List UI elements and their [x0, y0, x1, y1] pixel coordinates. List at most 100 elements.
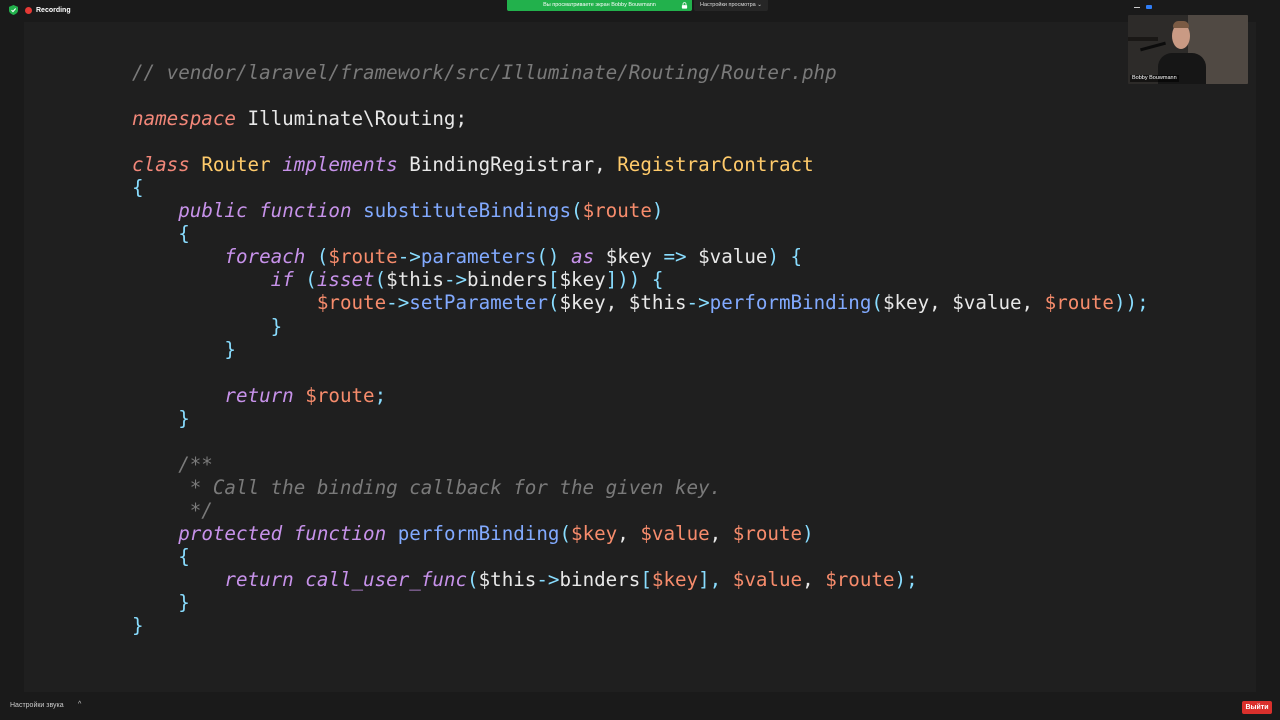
minimize-icon[interactable]	[1134, 6, 1140, 8]
code-token: [	[640, 568, 652, 592]
code-token: /**	[132, 452, 213, 476]
code-token: {	[132, 176, 144, 200]
chevron-up-icon[interactable]: ^	[78, 701, 81, 708]
code-token: (	[871, 291, 883, 315]
code-token: function	[259, 199, 352, 223]
code-token: }	[270, 314, 283, 338]
code-line: if (isset($this->binders[$key])) {	[132, 268, 1149, 291]
code-token: )	[802, 521, 814, 545]
code-token: ->	[443, 268, 468, 292]
code-token: $this	[478, 568, 537, 592]
code-token: * Call the binding callback for the give…	[132, 475, 722, 499]
code-token: (	[571, 199, 583, 223]
code-token: ;	[374, 383, 387, 407]
layout-icon[interactable]	[1146, 5, 1152, 9]
code-token: (	[547, 291, 560, 315]
code-token: $this	[386, 268, 444, 292]
code-token: function	[293, 521, 387, 545]
lock-icon	[681, 2, 688, 9]
code-token: }	[178, 406, 190, 430]
code-token: ,	[802, 568, 826, 592]
code-line: }	[132, 614, 1149, 637]
code-line: protected function performBinding($key, …	[132, 522, 1149, 545]
code-token: $key	[559, 268, 606, 292]
code-token: public	[178, 199, 248, 223]
participant-name: Bobby Bouwmann	[1130, 75, 1179, 82]
microphone-icon	[1140, 41, 1166, 52]
code-token: foreach	[224, 245, 306, 269]
code-line: }	[132, 591, 1149, 614]
code-token: {	[178, 222, 190, 246]
code-token: setParameter	[409, 291, 548, 315]
code-token: implements	[282, 153, 398, 177]
code-token: */	[132, 498, 213, 522]
participant-video[interactable]: Bobby Bouwmann	[1128, 15, 1248, 84]
code-token: parameters	[420, 245, 537, 269]
code-token: $value	[640, 521, 710, 545]
code-listing: // vendor/laravel/framework/src/Illumina…	[132, 61, 1149, 637]
code-token: $key	[594, 245, 664, 269]
code-token: =>	[663, 245, 687, 269]
code-token: $route	[328, 245, 398, 269]
code-token: ->	[397, 245, 421, 269]
code-token: ,	[617, 521, 641, 545]
code-line: {	[132, 222, 1149, 245]
code-line: class Router implements BindingRegistrar…	[132, 153, 1149, 176]
code-line: foreach ($route->parameters() as $key =>…	[132, 245, 1149, 268]
code-token: RegistrarContract	[617, 153, 814, 177]
code-token: if	[270, 268, 294, 292]
audio-settings-button[interactable]: Настройки звука	[10, 702, 64, 709]
code-token: (	[293, 268, 317, 292]
recording-indicator: Recording	[9, 5, 71, 15]
code-token: $key, $value,	[882, 291, 1045, 315]
top-bar: Recording Вы просматриваете экран Bobby …	[0, 0, 1280, 22]
code-token: ,	[709, 521, 733, 545]
code-line: }	[132, 338, 1149, 361]
code-token: Router	[201, 153, 271, 177]
code-token: (	[374, 268, 387, 292]
code-token: [	[547, 268, 560, 292]
code-token: ) {	[767, 245, 803, 269]
view-options-button[interactable]: Настройки просмотра ⌄	[694, 0, 768, 11]
code-token: performBinding	[397, 521, 560, 545]
code-token: }	[178, 591, 190, 615]
code-token: )	[651, 199, 664, 223]
shield-check-icon	[9, 5, 18, 15]
code-token: $key	[571, 521, 618, 545]
code-token: $route	[316, 291, 387, 315]
code-token: binders	[467, 268, 548, 292]
code-token: }	[132, 614, 144, 638]
code-token: (	[559, 521, 572, 545]
code-line: namespace Illuminate\Routing;	[132, 107, 1149, 130]
code-line: * Call the binding callback for the give…	[132, 476, 1149, 499]
code-line: return $route;	[132, 384, 1149, 407]
code-line: {	[132, 545, 1149, 568]
code-token: $route	[825, 568, 895, 592]
code-line: /**	[132, 453, 1149, 476]
code-token: $value	[732, 568, 803, 592]
code-token: return	[224, 568, 294, 592]
leave-button[interactable]: Выйти	[1242, 701, 1272, 714]
code-token: BindingRegistrar,	[397, 153, 618, 177]
code-token: as	[571, 245, 595, 269]
code-token: );	[894, 568, 918, 592]
code-token: ->	[386, 291, 410, 315]
code-token: performBinding	[709, 291, 872, 315]
code-token: ],	[698, 568, 733, 592]
code-token: isset	[316, 268, 375, 292]
